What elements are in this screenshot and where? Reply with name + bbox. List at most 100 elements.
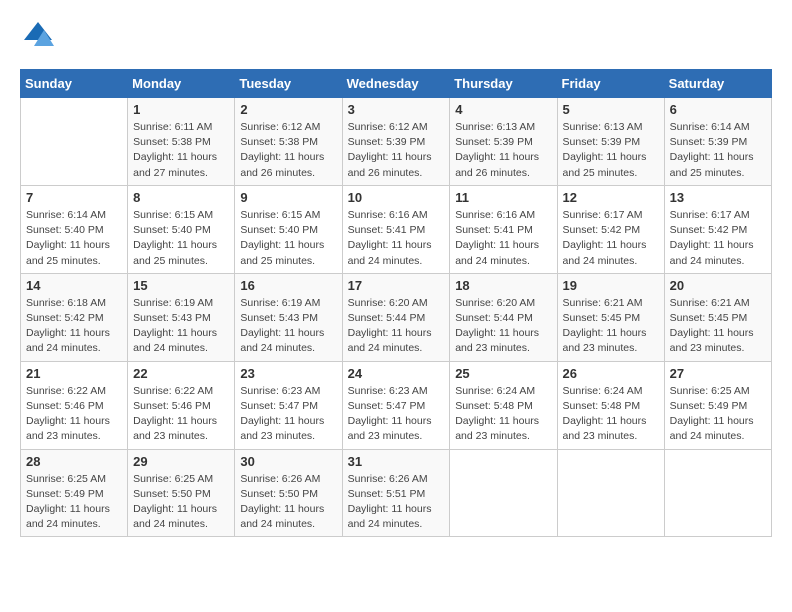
calendar-day-28: 28Sunrise: 6:25 AMSunset: 5:49 PMDayligh… bbox=[21, 449, 128, 537]
day-info: Sunrise: 6:26 AMSunset: 5:50 PMDaylight:… bbox=[240, 472, 336, 533]
calendar-day-16: 16Sunrise: 6:19 AMSunset: 5:43 PMDayligh… bbox=[235, 273, 342, 361]
day-number: 26 bbox=[563, 366, 659, 381]
calendar-day-1: 1Sunrise: 6:11 AMSunset: 5:38 PMDaylight… bbox=[128, 98, 235, 186]
day-info: Sunrise: 6:21 AMSunset: 5:45 PMDaylight:… bbox=[563, 296, 659, 357]
calendar-empty-cell bbox=[21, 98, 128, 186]
day-info: Sunrise: 6:19 AMSunset: 5:43 PMDaylight:… bbox=[133, 296, 229, 357]
day-number: 20 bbox=[670, 278, 766, 293]
day-info: Sunrise: 6:22 AMSunset: 5:46 PMDaylight:… bbox=[133, 384, 229, 445]
day-info: Sunrise: 6:15 AMSunset: 5:40 PMDaylight:… bbox=[240, 208, 336, 269]
day-number: 4 bbox=[455, 102, 551, 117]
day-number: 13 bbox=[670, 190, 766, 205]
calendar-empty-cell bbox=[664, 449, 771, 537]
calendar-week-row: 1Sunrise: 6:11 AMSunset: 5:38 PMDaylight… bbox=[21, 98, 772, 186]
day-info: Sunrise: 6:20 AMSunset: 5:44 PMDaylight:… bbox=[348, 296, 445, 357]
day-number: 9 bbox=[240, 190, 336, 205]
day-info: Sunrise: 6:24 AMSunset: 5:48 PMDaylight:… bbox=[455, 384, 551, 445]
calendar-day-31: 31 Sunrise: 6:26 AMSunset: 5:51 PMDayligh… bbox=[342, 449, 450, 537]
calendar-day-7: 7Sunrise: 6:14 AMSunset: 5:40 PMDaylight… bbox=[21, 185, 128, 273]
day-number: 2 bbox=[240, 102, 336, 117]
day-info: Sunrise: 6:11 AMSunset: 5:38 PMDaylight:… bbox=[133, 120, 229, 181]
day-info: Sunrise: 6:17 AMSunset: 5:42 PMDaylight:… bbox=[563, 208, 659, 269]
day-number: 25 bbox=[455, 366, 551, 381]
day-number: 27 bbox=[670, 366, 766, 381]
calendar-day-4: 4 Sunrise: 6:13 AMSunset: 5:39 PMDaylight… bbox=[450, 98, 557, 186]
day-info: Sunrise: 6:21 AMSunset: 5:45 PMDaylight:… bbox=[670, 296, 766, 357]
calendar-day-14: 14Sunrise: 6:18 AMSunset: 5:42 PMDayligh… bbox=[21, 273, 128, 361]
day-number: 30 bbox=[240, 454, 336, 469]
calendar-day-27: 27Sunrise: 6:25 AMSunset: 5:49 PMDayligh… bbox=[664, 361, 771, 449]
day-number: 10 bbox=[348, 190, 445, 205]
day-info: Sunrise: 6:20 AMSunset: 5:44 PMDaylight:… bbox=[455, 296, 551, 357]
day-number: 6 bbox=[670, 102, 766, 117]
day-info: Sunrise: 6:14 AMSunset: 5:39 PMDaylight:… bbox=[670, 120, 766, 181]
day-info: Sunrise: 6:18 AMSunset: 5:42 PMDaylight:… bbox=[26, 296, 122, 357]
col-header-friday: Friday bbox=[557, 70, 664, 98]
col-header-sunday: Sunday bbox=[21, 70, 128, 98]
calendar-day-19: 19 Sunrise: 6:21 AMSunset: 5:45 PMDayligh… bbox=[557, 273, 664, 361]
col-header-monday: Monday bbox=[128, 70, 235, 98]
calendar-day-23: 23 Sunrise: 6:23 AMSunset: 5:47 PMDayligh… bbox=[235, 361, 342, 449]
day-number: 7 bbox=[26, 190, 122, 205]
calendar-day-2: 2 Sunrise: 6:12 AMSunset: 5:38 PMDaylight… bbox=[235, 98, 342, 186]
calendar-day-20: 20 Sunrise: 6:21 AMSunset: 5:45 PMDayligh… bbox=[664, 273, 771, 361]
day-info: Sunrise: 6:25 AMSunset: 5:49 PMDaylight:… bbox=[26, 472, 122, 533]
day-number: 12 bbox=[563, 190, 659, 205]
day-number: 23 bbox=[240, 366, 336, 381]
calendar-day-5: 5 Sunrise: 6:13 AMSunset: 5:39 PMDaylight… bbox=[557, 98, 664, 186]
calendar-day-11: 11 Sunrise: 6:16 AMSunset: 5:41 PMDayligh… bbox=[450, 185, 557, 273]
day-number: 5 bbox=[563, 102, 659, 117]
logo bbox=[20, 20, 54, 53]
day-info: Sunrise: 6:16 AMSunset: 5:41 PMDaylight:… bbox=[348, 208, 445, 269]
calendar-empty-cell bbox=[450, 449, 557, 537]
day-info: Sunrise: 6:23 AMSunset: 5:47 PMDaylight:… bbox=[348, 384, 445, 445]
calendar-week-row: 21 Sunrise: 6:22 AMSunset: 5:46 PMDayligh… bbox=[21, 361, 772, 449]
col-header-thursday: Thursday bbox=[450, 70, 557, 98]
calendar-day-10: 10 Sunrise: 6:16 AMSunset: 5:41 PMDayligh… bbox=[342, 185, 450, 273]
day-info: Sunrise: 6:12 AMSunset: 5:39 PMDaylight:… bbox=[348, 120, 445, 181]
day-info: Sunrise: 6:26 AMSunset: 5:51 PMDaylight:… bbox=[348, 472, 445, 533]
calendar-day-30: 30 Sunrise: 6:26 AMSunset: 5:50 PMDayligh… bbox=[235, 449, 342, 537]
calendar-week-row: 14Sunrise: 6:18 AMSunset: 5:42 PMDayligh… bbox=[21, 273, 772, 361]
calendar-week-row: 7Sunrise: 6:14 AMSunset: 5:40 PMDaylight… bbox=[21, 185, 772, 273]
day-number: 24 bbox=[348, 366, 445, 381]
day-number: 16 bbox=[240, 278, 336, 293]
day-number: 17 bbox=[348, 278, 445, 293]
day-number: 3 bbox=[348, 102, 445, 117]
day-info: Sunrise: 6:13 AMSunset: 5:39 PMDaylight:… bbox=[563, 120, 659, 181]
calendar-day-15: 15 Sunrise: 6:19 AMSunset: 5:43 PMDayligh… bbox=[128, 273, 235, 361]
day-number: 22 bbox=[133, 366, 229, 381]
calendar-day-12: 12 Sunrise: 6:17 AMSunset: 5:42 PMDayligh… bbox=[557, 185, 664, 273]
calendar-empty-cell bbox=[557, 449, 664, 537]
calendar-day-8: 8 Sunrise: 6:15 AMSunset: 5:40 PMDaylight… bbox=[128, 185, 235, 273]
calendar-week-row: 28Sunrise: 6:25 AMSunset: 5:49 PMDayligh… bbox=[21, 449, 772, 537]
calendar-day-24: 24 Sunrise: 6:23 AMSunset: 5:47 PMDayligh… bbox=[342, 361, 450, 449]
day-number: 19 bbox=[563, 278, 659, 293]
day-info: Sunrise: 6:22 AMSunset: 5:46 PMDaylight:… bbox=[26, 384, 122, 445]
calendar-day-22: 22 Sunrise: 6:22 AMSunset: 5:46 PMDayligh… bbox=[128, 361, 235, 449]
calendar-day-29: 29Sunrise: 6:25 AMSunset: 5:50 PMDayligh… bbox=[128, 449, 235, 537]
day-info: Sunrise: 6:16 AMSunset: 5:41 PMDaylight:… bbox=[455, 208, 551, 269]
day-info: Sunrise: 6:23 AMSunset: 5:47 PMDaylight:… bbox=[240, 384, 336, 445]
calendar-day-17: 17 Sunrise: 6:20 AMSunset: 5:44 PMDayligh… bbox=[342, 273, 450, 361]
day-info: Sunrise: 6:12 AMSunset: 5:38 PMDaylight:… bbox=[240, 120, 336, 181]
calendar-table: SundayMondayTuesdayWednesdayThursdayFrid… bbox=[20, 69, 772, 537]
day-info: Sunrise: 6:17 AMSunset: 5:42 PMDaylight:… bbox=[670, 208, 766, 269]
day-number: 15 bbox=[133, 278, 229, 293]
day-number: 11 bbox=[455, 190, 551, 205]
calendar-day-6: 6 Sunrise: 6:14 AMSunset: 5:39 PMDaylight… bbox=[664, 98, 771, 186]
day-info: Sunrise: 6:13 AMSunset: 5:39 PMDaylight:… bbox=[455, 120, 551, 181]
day-info: Sunrise: 6:15 AMSunset: 5:40 PMDaylight:… bbox=[133, 208, 229, 269]
day-number: 21 bbox=[26, 366, 122, 381]
calendar-day-9: 9 Sunrise: 6:15 AMSunset: 5:40 PMDaylight… bbox=[235, 185, 342, 273]
calendar-header-row: SundayMondayTuesdayWednesdayThursdayFrid… bbox=[21, 70, 772, 98]
calendar-day-13: 13 Sunrise: 6:17 AMSunset: 5:42 PMDayligh… bbox=[664, 185, 771, 273]
page-header bbox=[20, 20, 772, 53]
day-number: 29 bbox=[133, 454, 229, 469]
col-header-tuesday: Tuesday bbox=[235, 70, 342, 98]
day-number: 8 bbox=[133, 190, 229, 205]
logo-icon bbox=[22, 20, 54, 48]
day-number: 31 bbox=[348, 454, 445, 469]
calendar-day-21: 21 Sunrise: 6:22 AMSunset: 5:46 PMDayligh… bbox=[21, 361, 128, 449]
calendar-day-26: 26Sunrise: 6:24 AMSunset: 5:48 PMDayligh… bbox=[557, 361, 664, 449]
